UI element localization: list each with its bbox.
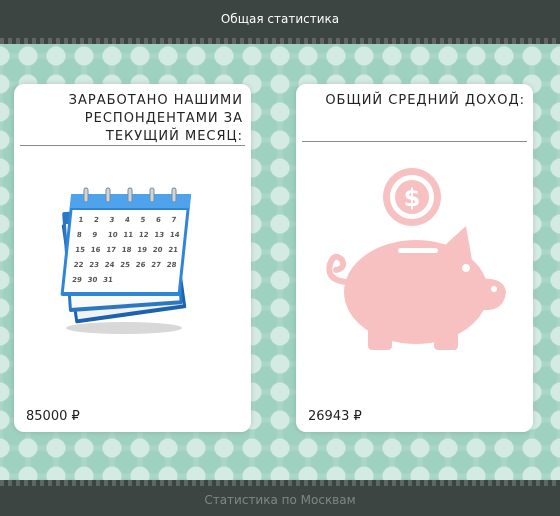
calendar-day: 20 — [152, 245, 163, 254]
calendar-day: 29 — [72, 275, 83, 284]
avg-income-value: 26943 ₽ — [308, 409, 362, 424]
calendar-day: 10 — [107, 230, 118, 239]
svg-text:$: $ — [404, 184, 421, 212]
calendar-day: 30 — [87, 275, 98, 284]
calendar-day: 23 — [89, 260, 100, 269]
calendar-day: 26 — [135, 260, 146, 269]
footer-bar: Статистика по Москвам — [0, 480, 560, 516]
calendar-day: 12 — [138, 230, 149, 239]
earned-card: ЗАРАБОТАНО НАШИМИ РЕСПОНДЕНТАМИ ЗА ТЕКУЩ… — [14, 84, 251, 432]
calendar-icon: 1 2 3 4 5 6 78 9 10 11 12 13 1415 16 17 18 19 20 2122 23 24 2… — [60, 187, 192, 334]
calendar-day: 16 — [90, 245, 101, 254]
calendar-day: 18 — [121, 245, 132, 254]
calendar-day: 31 — [103, 275, 114, 284]
calendar-day: 19 — [137, 245, 148, 254]
header-bar: Общая статистика — [0, 0, 560, 44]
avg-income-card-title: ОБЩИЙ СРЕДНИЙ ДОХОД: — [325, 93, 525, 108]
calendar-day: 15 — [75, 245, 86, 254]
calendar-day: 21 — [168, 245, 179, 254]
calendar-day: 11 — [123, 230, 134, 239]
calendar-day: 28 — [166, 260, 177, 269]
page-title: Общая статистика — [220, 12, 340, 26]
calendar-day: 13 — [154, 230, 165, 239]
divider — [20, 145, 245, 146]
calendar-day: 27 — [151, 260, 162, 269]
calendar-day: 17 — [106, 245, 117, 254]
footer-link[interactable]: Статистика по Москвам — [204, 484, 355, 516]
earned-card-title: ЗАРАБОТАНО НАШИМИ РЕСПОНДЕНТАМИ ЗА ТЕКУЩ… — [68, 93, 243, 144]
calendar-day: 24 — [104, 260, 115, 269]
calendar-day: 14 — [169, 230, 180, 239]
calendar-day: 22 — [73, 260, 84, 269]
calendar-day: 25 — [120, 260, 131, 269]
avg-income-card: ОБЩИЙ СРЕДНИЙ ДОХОД: $ 26943 ₽ — [296, 84, 533, 432]
divider — [302, 141, 527, 142]
earned-value: 85000 ₽ — [26, 409, 80, 424]
piggy-bank-icon: $ — [326, 168, 506, 350]
